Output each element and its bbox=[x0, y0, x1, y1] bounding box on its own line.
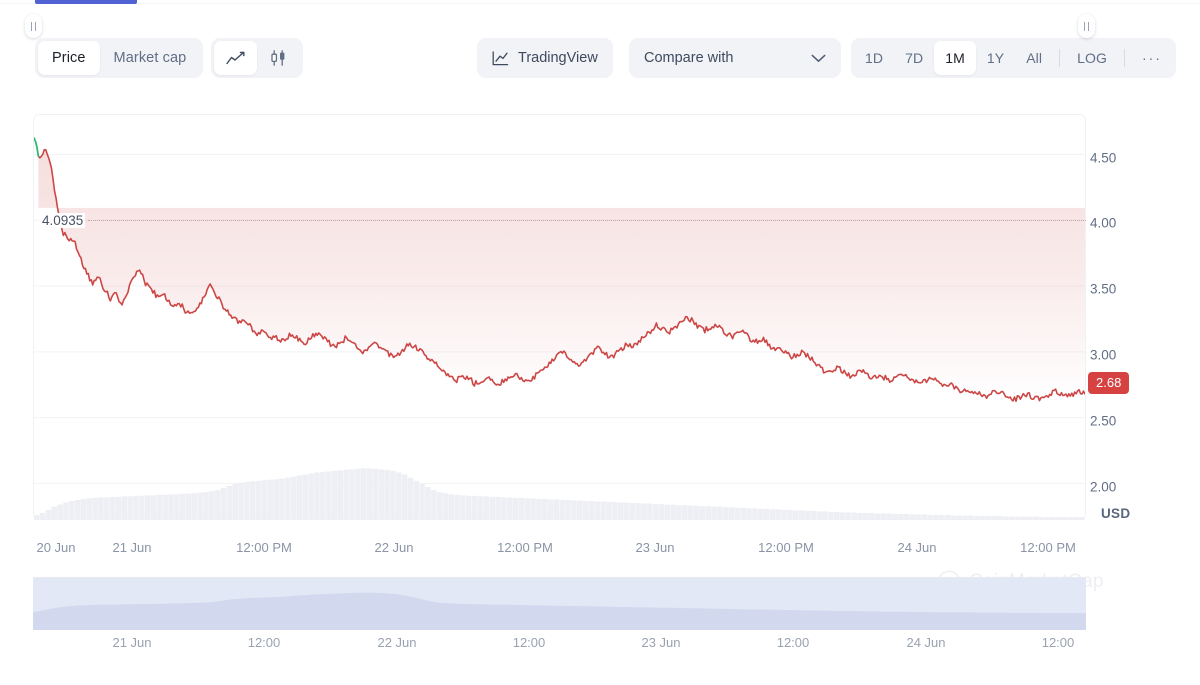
compare-with-label: Compare with bbox=[644, 50, 734, 66]
x-axis: 20 Jun 21 Jun 12:00 PM 22 Jun 12:00 PM 23 Jun… bbox=[0, 540, 1200, 560]
chart-type-toggle[interactable] bbox=[211, 38, 303, 78]
tradingview-chart-icon bbox=[492, 50, 509, 65]
more-options-button[interactable]: ··· bbox=[1131, 41, 1173, 75]
line-chart-icon bbox=[226, 51, 245, 64]
grip-line bbox=[1083, 21, 1086, 31]
active-tab-indicator bbox=[35, 0, 137, 4]
navigator-x-axis-tick: 21 Jun bbox=[112, 635, 152, 650]
tradingview-button[interactable]: TradingView bbox=[477, 38, 613, 78]
navigator-x-axis: 21 Jun 12:00 22 Jun 12:00 23 Jun 12:00 24 Jun 1… bbox=[0, 635, 1200, 655]
x-axis-tick: 20 Jun bbox=[36, 540, 76, 555]
toolbar-divider-1 bbox=[1059, 49, 1061, 67]
x-axis-tick: 24 Jun bbox=[897, 540, 937, 555]
log-scale-button[interactable]: LOG bbox=[1066, 41, 1118, 75]
x-axis-tick: 12:00 PM bbox=[1020, 540, 1076, 555]
current-price-badge: 2.68 bbox=[1088, 372, 1130, 394]
price-line-uptrend bbox=[34, 137, 40, 158]
volume-bars bbox=[34, 468, 1085, 521]
navigator-x-axis-tick: 12:00 bbox=[776, 635, 810, 650]
open-price-label: 4.0935 bbox=[40, 213, 86, 228]
navigator-x-axis-tick: 23 Jun bbox=[641, 635, 681, 650]
navigator-handle-right[interactable] bbox=[1078, 14, 1095, 38]
x-axis-tick: 21 Jun bbox=[112, 540, 152, 555]
x-axis-tick: 22 Jun bbox=[374, 540, 414, 555]
y-axis-tick: 2.00 bbox=[1090, 479, 1117, 495]
x-axis-tick: 12:00 PM bbox=[236, 540, 292, 555]
grip-line bbox=[1087, 21, 1090, 31]
price-chart-plot[interactable] bbox=[34, 115, 1085, 521]
navigator[interactable] bbox=[33, 578, 1086, 630]
navigator-x-axis-tick: 12:00 bbox=[1041, 635, 1075, 650]
candlestick-chart-button[interactable] bbox=[257, 41, 300, 75]
y-axis: 4.50 4.00 3.50 3.00 2.50 2.00 bbox=[1090, 114, 1190, 534]
y-axis-tick: 2.50 bbox=[1090, 413, 1117, 429]
y-axis-tick: 3.00 bbox=[1090, 347, 1117, 363]
tab-bar-rule bbox=[0, 3, 1200, 4]
chart-canvas-frame[interactable]: CoinMarketCap bbox=[33, 114, 1103, 594]
currency-label: USD bbox=[1101, 506, 1131, 521]
navigator-handle-left[interactable] bbox=[25, 14, 42, 38]
tradingview-label: TradingView bbox=[518, 50, 598, 66]
navigator-x-axis-tick: 12:00 bbox=[512, 635, 546, 650]
range-all[interactable]: All bbox=[1015, 41, 1053, 75]
x-axis-tick: 23 Jun bbox=[635, 540, 675, 555]
line-chart-button[interactable] bbox=[214, 41, 257, 75]
y-axis-tick: 4.00 bbox=[1090, 215, 1117, 231]
time-range-selector[interactable]: 1D 7D 1M 1Y All LOG ··· bbox=[851, 38, 1176, 78]
range-1d[interactable]: 1D bbox=[854, 41, 894, 75]
price-area-fill bbox=[38, 149, 1085, 402]
toggle-market-cap[interactable]: Market cap bbox=[100, 41, 201, 75]
y-axis-tick: 3.50 bbox=[1090, 281, 1117, 297]
range-1y[interactable]: 1Y bbox=[976, 41, 1015, 75]
candlestick-chart-icon bbox=[271, 50, 285, 66]
y-axis-tick: 4.50 bbox=[1090, 150, 1117, 166]
toolbar-divider-2 bbox=[1123, 49, 1125, 67]
grip-line bbox=[30, 21, 33, 31]
x-axis-tick: 12:00 PM bbox=[758, 540, 814, 555]
chart-toolbar: Price Market cap TradingView Compare wit… bbox=[0, 38, 1200, 78]
range-1m[interactable]: 1M bbox=[934, 41, 976, 75]
navigator-x-axis-tick: 24 Jun bbox=[906, 635, 946, 650]
open-price-guide-line bbox=[88, 220, 1086, 221]
range-7d[interactable]: 7D bbox=[894, 41, 934, 75]
price-chart-page: Price Market cap TradingView Compare wit… bbox=[0, 0, 1200, 685]
chevron-down-icon bbox=[811, 54, 826, 62]
compare-with-dropdown[interactable]: Compare with bbox=[629, 38, 841, 78]
x-axis-tick: 12:00 PM bbox=[497, 540, 553, 555]
price-marketcap-toggle[interactable]: Price Market cap bbox=[35, 38, 204, 78]
navigator-x-axis-tick: 22 Jun bbox=[377, 635, 417, 650]
grip-line bbox=[34, 21, 37, 31]
navigator-volume-series bbox=[33, 592, 1086, 630]
navigator-x-axis-tick: 12:00 bbox=[247, 635, 281, 650]
toggle-price[interactable]: Price bbox=[38, 41, 100, 75]
